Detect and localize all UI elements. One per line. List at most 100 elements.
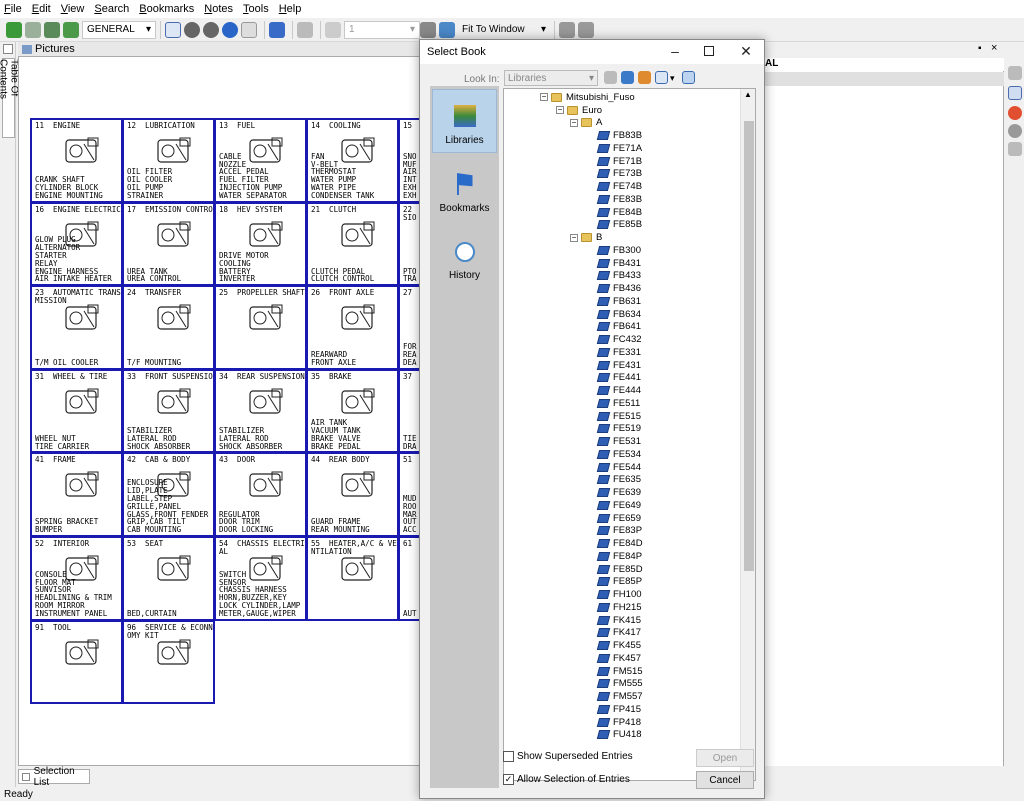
menu-file[interactable]: File: [4, 3, 22, 15]
show-superseded-checkbox[interactable]: Show Superseded Entries: [503, 751, 633, 762]
tree-node-book[interactable]: FK457: [596, 652, 641, 665]
network-icon[interactable]: [604, 71, 617, 84]
section-cell[interactable]: 13 FUEL CABLE NOZZLE ACCEL PEDAL FUEL FIL…: [214, 118, 307, 203]
section-cell[interactable]: 16 ENGINE ELECTRICAL GLOW PLUG ALTERNATOR…: [30, 201, 123, 287]
tree-node-book[interactable]: FE531: [596, 435, 641, 448]
tree-node-book[interactable]: FE71A: [596, 142, 642, 155]
collapse-icon[interactable]: −: [556, 106, 564, 115]
tree-node-book[interactable]: FE84D: [596, 537, 643, 550]
forward-icon[interactable]: [25, 21, 41, 38]
tree-node-folder-b[interactable]: − B: [570, 231, 602, 244]
document-icon[interactable]: [1008, 86, 1022, 100]
chevron-down-icon[interactable]: ▾: [670, 73, 675, 84]
section-cell[interactable]: 96 SERVICE & ECONN- OMY KIT: [122, 619, 215, 705]
selection-list-tab[interactable]: Selection List: [18, 766, 90, 788]
collapse-icon[interactable]: −: [540, 93, 548, 102]
tree-node-book[interactable]: FH100: [596, 588, 642, 601]
details-view-icon[interactable]: [682, 71, 695, 84]
tree-node-book[interactable]: FB436: [596, 282, 641, 295]
tree-node-book[interactable]: FB300: [596, 244, 641, 257]
cancel-button[interactable]: Cancel: [696, 771, 754, 789]
up-folder-icon[interactable]: [638, 71, 651, 84]
section-cell[interactable]: 44 REAR BODY GUARD FRAME REAR MOUNTING: [306, 452, 399, 537]
section-cell[interactable]: 53 SEAT BED,CURTAIN: [122, 535, 215, 621]
tree-node-book[interactable]: FC432: [596, 333, 642, 346]
section-cell[interactable]: 35 BRAKE AIR TANK VACUUM TANK BRAKE VALVE…: [306, 368, 399, 454]
close-icon[interactable]: ×: [991, 42, 997, 54]
tool-icon[interactable]: [559, 21, 575, 38]
minimize-icon[interactable]: –: [668, 44, 682, 58]
section-cell[interactable]: 21 CLUTCH CLUTCH PEDAL CLUTCH CONTROL: [306, 201, 399, 287]
catalog-select[interactable]: GENERAL ▾: [82, 20, 156, 39]
place-bookmarks[interactable]: Bookmarks: [432, 156, 497, 220]
tree-node-book[interactable]: FE441: [596, 372, 641, 385]
scrollbar-thumb[interactable]: [744, 121, 754, 571]
section-cell[interactable]: 26 FRONT AXLE REARWARD FRONT AXLE: [306, 285, 399, 370]
refresh-icon[interactable]: [63, 21, 79, 38]
tree-node-book[interactable]: FB431: [596, 257, 641, 270]
section-cell[interactable]: 33 FRONT SUSPENSION STABILIZER LATERAL RO…: [122, 368, 215, 454]
section-cell[interactable]: 25 PROPELLER SHAFT: [214, 285, 307, 370]
close-icon[interactable]: ✕: [739, 44, 753, 58]
section-cell[interactable]: 17 EMISSION CONTROL UREA TANK UREA CONTRO…: [122, 201, 215, 287]
tree-node-book[interactable]: FE83P: [596, 525, 642, 538]
tree-node-book[interactable]: FE85P: [596, 576, 642, 589]
tree-node-book[interactable]: FE73B: [596, 168, 642, 181]
section-cell[interactable]: 52 INTERIOR CONSOLE FLOOR MAT SUNVISOR HE…: [30, 535, 123, 621]
tree-node-book[interactable]: FE544: [596, 461, 641, 474]
look-in-select[interactable]: Libraries ▾: [504, 70, 598, 86]
tree-node-book[interactable]: FM515: [596, 665, 643, 678]
bookmark-icon[interactable]: [269, 21, 285, 38]
tree-node-book[interactable]: FB433: [596, 270, 641, 283]
tool-icon[interactable]: [1008, 142, 1022, 156]
tree-node-book[interactable]: FK417: [596, 627, 641, 640]
menu-bookmarks[interactable]: Bookmarks: [139, 3, 194, 15]
tree-node-book[interactable]: FB83B: [596, 129, 642, 142]
section-cell[interactable]: 12 LUBRICATION OIL FILTER OIL COOLER OIL…: [122, 118, 215, 203]
add-library-icon[interactable]: [621, 71, 634, 84]
tree-node-book[interactable]: FE83B: [596, 193, 642, 206]
zoom-icon[interactable]: [439, 21, 455, 38]
tree-node-book[interactable]: FB641: [596, 321, 641, 334]
tree-node-book[interactable]: FE515: [596, 410, 641, 423]
tree-node-book[interactable]: FE649: [596, 499, 641, 512]
tree-node-book[interactable]: FB634: [596, 308, 641, 321]
section-cell[interactable]: 34 REAR SUSPENSION STABILIZER LATERAL ROD…: [214, 368, 307, 454]
zoom-select[interactable]: Fit To Window ▾: [458, 21, 550, 39]
scroll-up-icon[interactable]: ▲: [744, 90, 752, 99]
search-icon[interactable]: [1008, 124, 1022, 138]
stop-icon[interactable]: [222, 21, 238, 38]
tree-node-book[interactable]: FP418: [596, 716, 641, 729]
tree-node-book[interactable]: FE659: [596, 512, 641, 525]
tree-node-book[interactable]: FE444: [596, 384, 641, 397]
maximize-icon[interactable]: [704, 46, 714, 56]
view-menu-icon[interactable]: [655, 71, 668, 84]
section-cell[interactable]: 91 TOOL: [30, 619, 123, 705]
tree-node-book[interactable]: FK455: [596, 639, 641, 652]
tree-node-book[interactable]: FE519: [596, 423, 641, 436]
tree-node-book[interactable]: FE534: [596, 448, 641, 461]
tree-node-book[interactable]: FE331: [596, 346, 641, 359]
scrollbar[interactable]: ▲ ▼: [740, 89, 755, 780]
section-cell[interactable]: 41 FRAME SPRING BRACKET BUMPER: [30, 452, 123, 537]
menu-search[interactable]: Search: [94, 3, 129, 15]
section-cell[interactable]: 23 AUTOMATIC TRANS- MISSION T/M OIL COOLE…: [30, 285, 123, 370]
tree-node-book[interactable]: FE85D: [596, 563, 643, 576]
previous-icon[interactable]: [203, 21, 219, 38]
alert-icon[interactable]: [1008, 106, 1022, 120]
tool-icon[interactable]: [1008, 66, 1022, 80]
section-cell[interactable]: 43 DOOR REGULATOR DOOR TRIM DOOR LOCKING: [214, 452, 307, 537]
tree-node-region[interactable]: − Euro: [556, 104, 602, 117]
section-cell[interactable]: 42 CAB & BODY ENCLOSURE LID,PLATE LABEL,S…: [122, 452, 215, 537]
section-cell[interactable]: 55 HEATER,A/C & VE- NTILATION: [306, 535, 399, 621]
place-libraries[interactable]: Libraries: [432, 89, 497, 153]
section-cell[interactable]: 31 WHEEL & TIRE WHEEL NUT TIRE CARRIER: [30, 368, 123, 454]
edit-icon[interactable]: [297, 21, 313, 38]
open-button[interactable]: Open: [696, 749, 754, 767]
tree-node-folder-a[interactable]: − A: [570, 117, 602, 130]
allow-selection-checkbox[interactable]: ✓ Allow Selection of Entries: [503, 774, 630, 785]
home-icon[interactable]: [44, 21, 60, 38]
back-icon[interactable]: [6, 21, 22, 38]
collapse-icon[interactable]: −: [570, 118, 578, 127]
note-icon[interactable]: [325, 21, 341, 38]
